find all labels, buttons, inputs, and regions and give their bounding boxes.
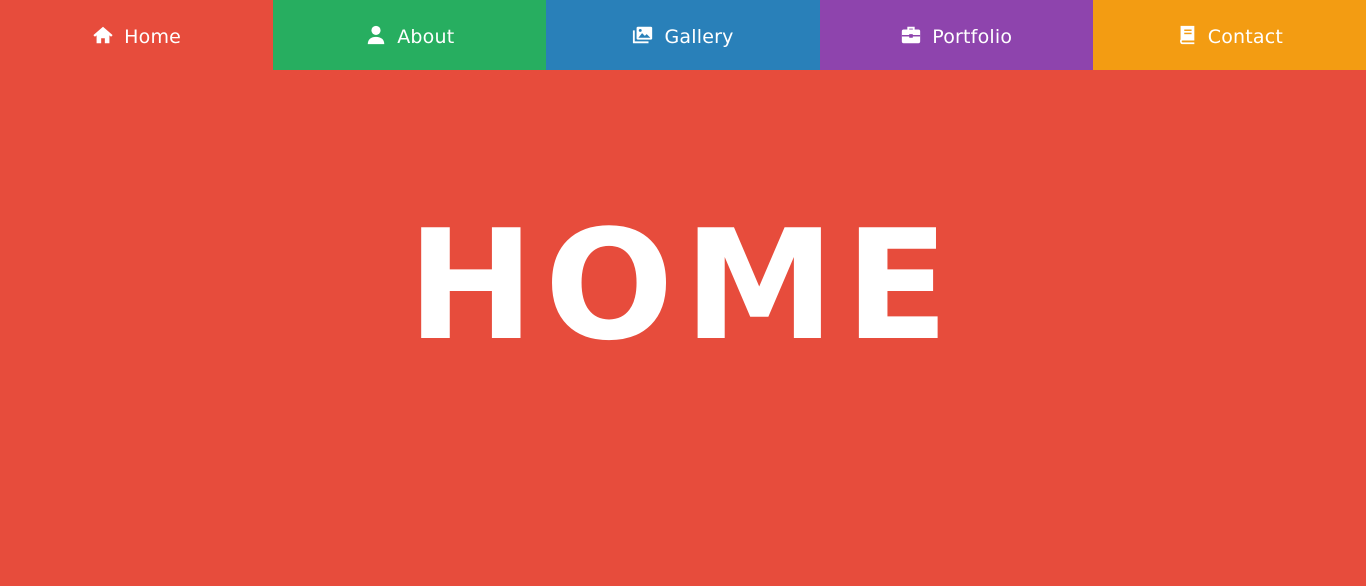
tab-contact[interactable]: Contact [1092,0,1366,70]
tab-home-label: Home [124,26,182,48]
home-icon [92,24,114,46]
hero-section: HOME [0,70,1366,586]
user-icon [365,24,387,46]
page-title: HOME [407,197,959,374]
book-icon [1176,24,1198,46]
tab-portfolio-label: Portfolio [932,26,1013,48]
tab-portfolio[interactable]: Portfolio [819,0,1093,70]
tab-home[interactable]: Home [0,0,274,70]
tab-gallery-label: Gallery [664,26,734,48]
images-icon [632,24,654,46]
briefcase-icon [900,24,922,46]
main-nav: Home About Gallery Portfolio Contact [0,0,1366,70]
tab-gallery[interactable]: Gallery [546,0,820,70]
tab-contact-label: Contact [1207,26,1284,48]
tab-about-label: About [397,26,455,48]
tab-about[interactable]: About [273,0,547,70]
